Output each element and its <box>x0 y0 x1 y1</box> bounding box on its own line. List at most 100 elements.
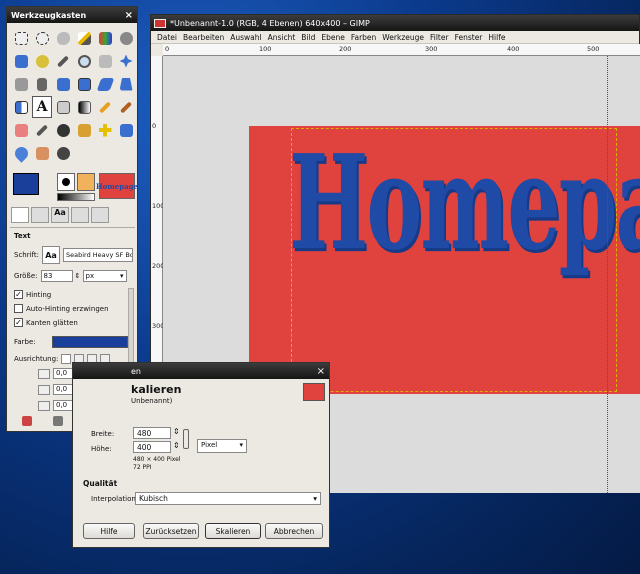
interpolation-label: Interpolation: <box>91 495 139 503</box>
paths-tool[interactable] <box>32 50 52 72</box>
menu-werkzeuge[interactable]: Werkzeuge <box>382 33 424 42</box>
chevron-down-icon: ▾ <box>239 441 243 449</box>
save-options-icon[interactable] <box>21 416 32 426</box>
unit-select[interactable]: Pixel ▾ <box>197 439 247 453</box>
tab-fonts[interactable]: Aa <box>51 207 69 223</box>
align-tool[interactable] <box>11 73 31 95</box>
restore-options-icon[interactable] <box>52 416 63 426</box>
hinting-checkbox[interactable]: ✓ <box>14 290 23 299</box>
dialog-close-button[interactable]: × <box>317 366 325 377</box>
crop-tool[interactable] <box>32 73 52 95</box>
dialog-image-thumbnail <box>303 383 325 401</box>
blur-tool[interactable] <box>11 142 31 164</box>
chain-link-icon[interactable] <box>183 429 189 449</box>
interpolation-select[interactable]: Kubisch ▾ <box>135 492 321 505</box>
perspective-tool[interactable] <box>116 73 136 95</box>
text-color-button[interactable] <box>51 336 128 348</box>
horizontal-ruler[interactable]: 0 100 200 300 400 500 <box>163 44 640 56</box>
heal-tool[interactable] <box>95 119 115 141</box>
info-ppi: 72 PPI <box>133 464 152 471</box>
autohinting-checkbox[interactable] <box>14 304 23 313</box>
active-brush-indicator[interactable] <box>57 173 75 191</box>
size-spin-icon[interactable]: ⇕ <box>75 272 81 280</box>
toolbox-close-button[interactable]: × <box>125 10 133 21</box>
tab-images[interactable] <box>91 207 109 223</box>
menu-ansicht[interactable]: Ansicht <box>268 33 296 42</box>
active-pattern-indicator[interactable] <box>77 173 95 191</box>
ink-tool[interactable] <box>53 119 73 141</box>
menu-filter[interactable]: Filter <box>430 33 449 42</box>
size-unit-select[interactable]: px ▾ <box>82 270 127 282</box>
scale-button[interactable]: Skalieren <box>205 523 261 539</box>
menu-ebene[interactable]: Ebene <box>321 33 344 42</box>
image-window-titlebar: *Unbenannt-1.0 (RGB, 4 Ebenen) 640x400 –… <box>151 15 639 31</box>
foreground-color-swatch[interactable] <box>13 173 39 195</box>
flip-tool[interactable] <box>11 96 31 118</box>
foreground-select-tool[interactable] <box>11 50 31 72</box>
size-unit-value: px <box>85 272 95 280</box>
tab-undo[interactable] <box>71 207 89 223</box>
color-label: Farbe: <box>14 338 36 346</box>
menu-auswahl[interactable]: Auswahl <box>230 33 261 42</box>
rotate-tool[interactable] <box>53 73 73 95</box>
width-input[interactable]: 480 <box>133 427 171 439</box>
height-spin-icon[interactable]: ⇕ <box>173 441 180 450</box>
dialog-heading: kalieren <box>131 383 182 396</box>
blend-tool[interactable] <box>74 96 94 118</box>
move-tool[interactable] <box>116 50 136 72</box>
font-preview-button[interactable]: Aa <box>42 246 60 264</box>
dodge-burn-tool[interactable] <box>53 142 73 164</box>
font-name-field[interactable]: Seabird Heavy SF Bold <box>63 248 133 262</box>
perspective-clone-tool[interactable] <box>116 119 136 141</box>
scale-tool[interactable] <box>74 73 94 95</box>
scissors-tool[interactable] <box>116 27 136 49</box>
bucket-fill-tool[interactable] <box>53 96 73 118</box>
menu-bearbeiten[interactable]: Bearbeiten <box>183 33 224 42</box>
menu-hilfe[interactable]: Hilfe <box>488 33 505 42</box>
antialias-label: Kanten glätten <box>26 318 78 327</box>
menu-datei[interactable]: Datei <box>157 33 177 42</box>
magnifier-icon <box>77 54 91 68</box>
justify-left-button[interactable] <box>61 354 72 364</box>
size-input[interactable]: 83 <box>40 270 73 282</box>
options-heading: Text <box>14 232 31 240</box>
antialias-checkbox[interactable]: ✓ <box>14 318 23 327</box>
ellipse-select-tool[interactable] <box>32 27 52 49</box>
tab-device-status[interactable] <box>31 207 49 223</box>
select-by-color-icon <box>98 31 112 45</box>
cancel-button[interactable]: Abbrechen <box>265 523 323 539</box>
zoom-tool[interactable] <box>74 50 94 72</box>
hinting-label: Hinting <box>26 290 52 299</box>
eraser-tool[interactable] <box>11 119 31 141</box>
ruler-label: 300 <box>425 45 438 53</box>
reset-button[interactable]: Zurücksetzen <box>143 523 199 539</box>
clone-tool[interactable] <box>74 119 94 141</box>
smudge-tool[interactable] <box>32 142 52 164</box>
measure-tool[interactable] <box>95 50 115 72</box>
eraser-icon <box>14 123 28 137</box>
pencil-tool[interactable] <box>95 96 115 118</box>
text-tool-icon: A <box>36 99 48 115</box>
paintbrush-tool[interactable] <box>116 96 136 118</box>
ruler-label: 400 <box>507 45 520 53</box>
shear-tool[interactable] <box>95 73 115 95</box>
color-picker-tool[interactable] <box>53 50 73 72</box>
width-spin-icon[interactable]: ⇕ <box>173 427 180 436</box>
active-image-thumbnail[interactable]: Homepage <box>96 173 138 199</box>
line-spacing-icon <box>38 384 50 395</box>
free-select-tool[interactable] <box>53 27 73 49</box>
airbrush-tool[interactable] <box>32 119 52 141</box>
menu-fenster[interactable]: Fenster <box>455 33 483 42</box>
menu-bild[interactable]: Bild <box>301 33 315 42</box>
pencil-icon <box>98 100 112 114</box>
fg-bg-colors[interactable] <box>13 173 57 207</box>
height-input[interactable]: 400 <box>133 441 171 453</box>
rect-select-tool[interactable] <box>11 27 31 49</box>
fuzzy-select-tool[interactable] <box>74 27 94 49</box>
menu-farben[interactable]: Farben <box>351 33 376 42</box>
select-by-color-tool[interactable] <box>95 27 115 49</box>
help-button[interactable]: Hilfe <box>83 523 135 539</box>
active-gradient-indicator[interactable] <box>57 193 95 201</box>
text-tool[interactable]: A <box>32 96 52 118</box>
tab-tool-options[interactable] <box>11 207 29 223</box>
